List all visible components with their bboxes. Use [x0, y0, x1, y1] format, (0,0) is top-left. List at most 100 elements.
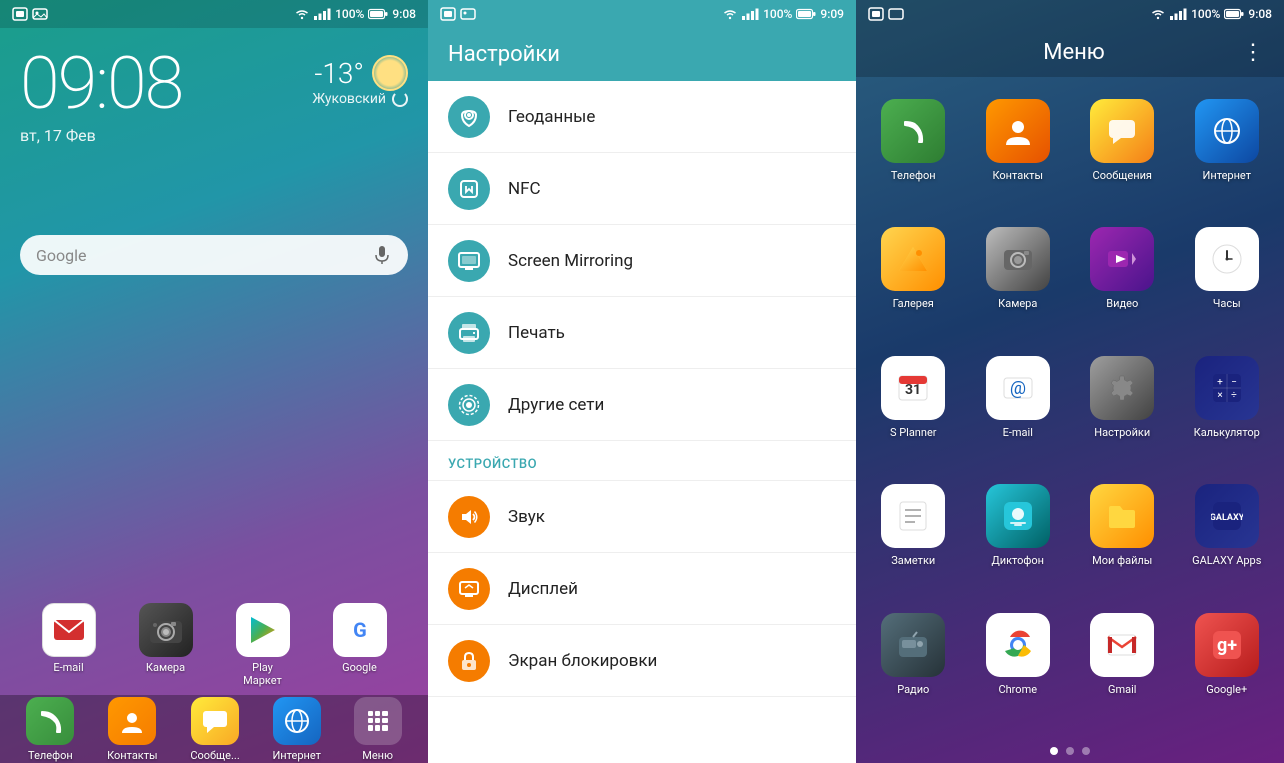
lockscreen-icon: [448, 640, 490, 682]
menu-app-myfiles[interactable]: Мои файлы: [1070, 472, 1175, 600]
menu-app-email[interactable]: @ E-mail: [966, 344, 1071, 472]
bottom-phone[interactable]: Телефон: [26, 697, 74, 762]
print-svg: [458, 322, 480, 344]
screenshot-icon: [12, 7, 28, 21]
gmail-app-icon: [1090, 613, 1154, 677]
menu-dot-2: [1066, 747, 1074, 755]
dock-google-label: Google: [342, 661, 377, 674]
screenshot-icon3: [868, 7, 884, 21]
menu-app-calculator[interactable]: +−×÷ Калькулятор: [1175, 344, 1280, 472]
home-date: вт, 17 Фев: [20, 126, 408, 145]
menu-app-galaxyapps[interactable]: GALAXY GALAXY Apps: [1175, 472, 1280, 600]
menu-app-camera[interactable]: Камера: [966, 215, 1071, 343]
gallery-app-icon: [881, 227, 945, 291]
bottom-menu-label: Меню: [362, 749, 393, 762]
mic-icon[interactable]: [372, 245, 392, 265]
menu-dot-3: [1082, 747, 1090, 755]
menu-app-chrome[interactable]: Chrome: [966, 601, 1071, 729]
menu-app-notes[interactable]: Заметки: [861, 472, 966, 600]
gallery-app-label: Галерея: [893, 297, 934, 311]
menu-more-icon[interactable]: ⋮: [1242, 40, 1264, 65]
messages-icon: [201, 707, 229, 735]
menu-app-clock[interactable]: Часы: [1175, 215, 1280, 343]
svg-text:31: 31: [905, 382, 921, 398]
bottom-messages[interactable]: Сообще...: [190, 697, 239, 762]
phone-app-icon: [881, 99, 945, 163]
svg-text:÷: ÷: [1231, 390, 1237, 401]
screen-mirroring-icon: [448, 240, 490, 282]
dock-email[interactable]: E-mail: [42, 603, 96, 687]
settings-item-sound[interactable]: Звук: [428, 481, 856, 553]
menu-status-bar: 100% 9:08: [856, 0, 1284, 28]
settings-item-geodata[interactable]: Геоданные: [428, 81, 856, 153]
nfc-icon: [448, 168, 490, 210]
camera-icon: [149, 616, 183, 644]
settings-list: Геоданные NFC Screen Mirro: [428, 81, 856, 763]
weather-city-row: Жуковский: [312, 91, 408, 107]
display-label: Дисплей: [508, 579, 578, 599]
menu-app-video[interactable]: Видео: [1070, 215, 1175, 343]
bottom-phone-label: Телефон: [28, 749, 73, 762]
menu-title: Меню: [906, 40, 1242, 65]
other-networks-icon: [448, 384, 490, 426]
dock-playmarket[interactable]: Play Маркет: [236, 603, 290, 687]
settings-item-lockscreen[interactable]: Экран блокировки: [428, 625, 856, 697]
battery-icon3: [1224, 8, 1244, 20]
googleplus-svg: g+: [1211, 629, 1243, 661]
bottom-contacts[interactable]: Контакты: [107, 697, 158, 762]
settings-app-icon: [1090, 356, 1154, 420]
sound-svg: [458, 506, 480, 528]
settings-item-nfc[interactable]: NFC: [428, 153, 856, 225]
dock-playmarket-label: Play Маркет: [243, 661, 282, 687]
splanner-app-icon: 31: [881, 356, 945, 420]
settings-item-display[interactable]: Дисплей: [428, 553, 856, 625]
email-app-svg: @: [1002, 372, 1034, 404]
googleplus-app-label: Google+: [1206, 683, 1247, 697]
refresh-icon[interactable]: [392, 91, 408, 107]
chrome-svg: [1002, 629, 1034, 661]
myfiles-app-label: Мои файлы: [1092, 554, 1152, 568]
googleplus-app-icon: g+: [1195, 613, 1259, 677]
search-bar[interactable]: Google: [20, 235, 408, 275]
menu-app-gallery[interactable]: Галерея: [861, 215, 966, 343]
home-status-time: 9:08: [392, 7, 416, 21]
settings-item-print[interactable]: Печать: [428, 297, 856, 369]
signal-icon2: [741, 8, 759, 20]
dock-google[interactable]: G Google: [333, 603, 387, 687]
menu-app-settings[interactable]: Настройки: [1070, 344, 1175, 472]
bottom-menu[interactable]: Меню: [354, 697, 402, 762]
recorder-app-label: Диктофон: [991, 554, 1044, 568]
weather-temp: -13°: [314, 57, 364, 90]
settings-item-other-networks[interactable]: Другие сети: [428, 369, 856, 441]
app-grid: Телефон Контакты Сообщения Интернет: [856, 77, 1284, 739]
menu-app-gmail[interactable]: Gmail: [1070, 601, 1175, 729]
contacts-app-label: Контакты: [992, 169, 1043, 183]
menu-app-internet[interactable]: Интернет: [1175, 87, 1280, 215]
menu-app-phone[interactable]: Телефон: [861, 87, 966, 215]
dock-camera-label: Камера: [146, 661, 185, 674]
bottom-internet[interactable]: Интернет: [272, 697, 320, 762]
svg-text:G: G: [353, 618, 367, 642]
search-text: Google: [36, 246, 87, 265]
menu-app-splanner[interactable]: 31 S Planner: [861, 344, 966, 472]
menu-grid-icon: [368, 711, 388, 731]
email-icon: [53, 618, 85, 642]
svg-text:−: −: [1231, 377, 1237, 388]
camera-app-svg: [1002, 243, 1034, 275]
settings-screen: 100% 9:09 Настройки Геоданные: [428, 0, 856, 763]
menu-dot-1: [1050, 747, 1058, 755]
menu-app-recorder[interactable]: Диктофон: [966, 472, 1071, 600]
sound-label: Звук: [508, 507, 545, 527]
menu-app-googleplus[interactable]: g+ Google+: [1175, 601, 1280, 729]
dock-camera[interactable]: Камера: [139, 603, 193, 687]
notes-svg: [897, 500, 929, 532]
radio-app-icon: [881, 613, 945, 677]
print-label: Печать: [508, 323, 565, 343]
status-left: [12, 7, 48, 21]
menu-app-contacts[interactable]: Контакты: [966, 87, 1071, 215]
internet-app-icon: [1195, 99, 1259, 163]
menu-app-radio[interactable]: Радио: [861, 601, 966, 729]
settings-item-screen-mirroring[interactable]: Screen Mirroring: [428, 225, 856, 297]
settings-battery: 100%: [763, 7, 792, 21]
menu-app-messages[interactable]: Сообщения: [1070, 87, 1175, 215]
